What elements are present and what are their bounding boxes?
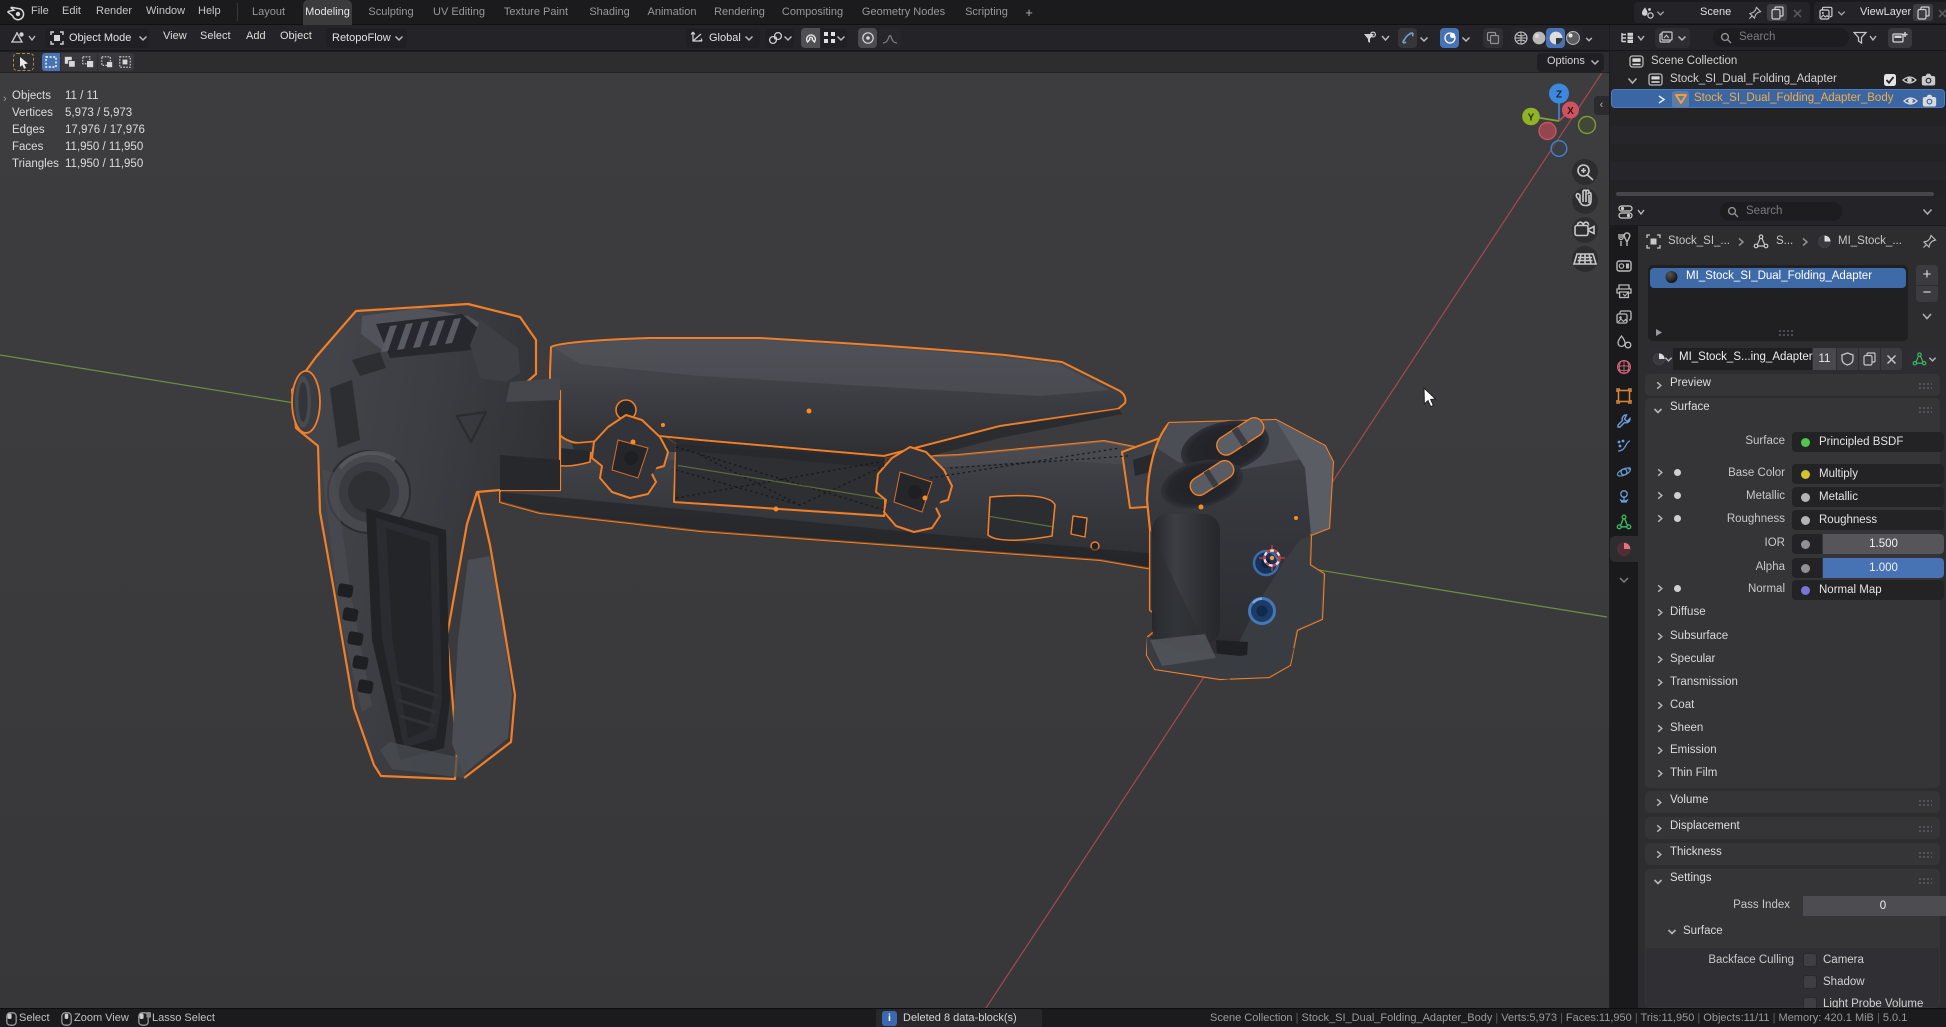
svg-text:Z: Z (1556, 90, 1562, 101)
svg-text:Y: Y (1528, 113, 1535, 124)
svg-text:X: X (1567, 106, 1574, 117)
